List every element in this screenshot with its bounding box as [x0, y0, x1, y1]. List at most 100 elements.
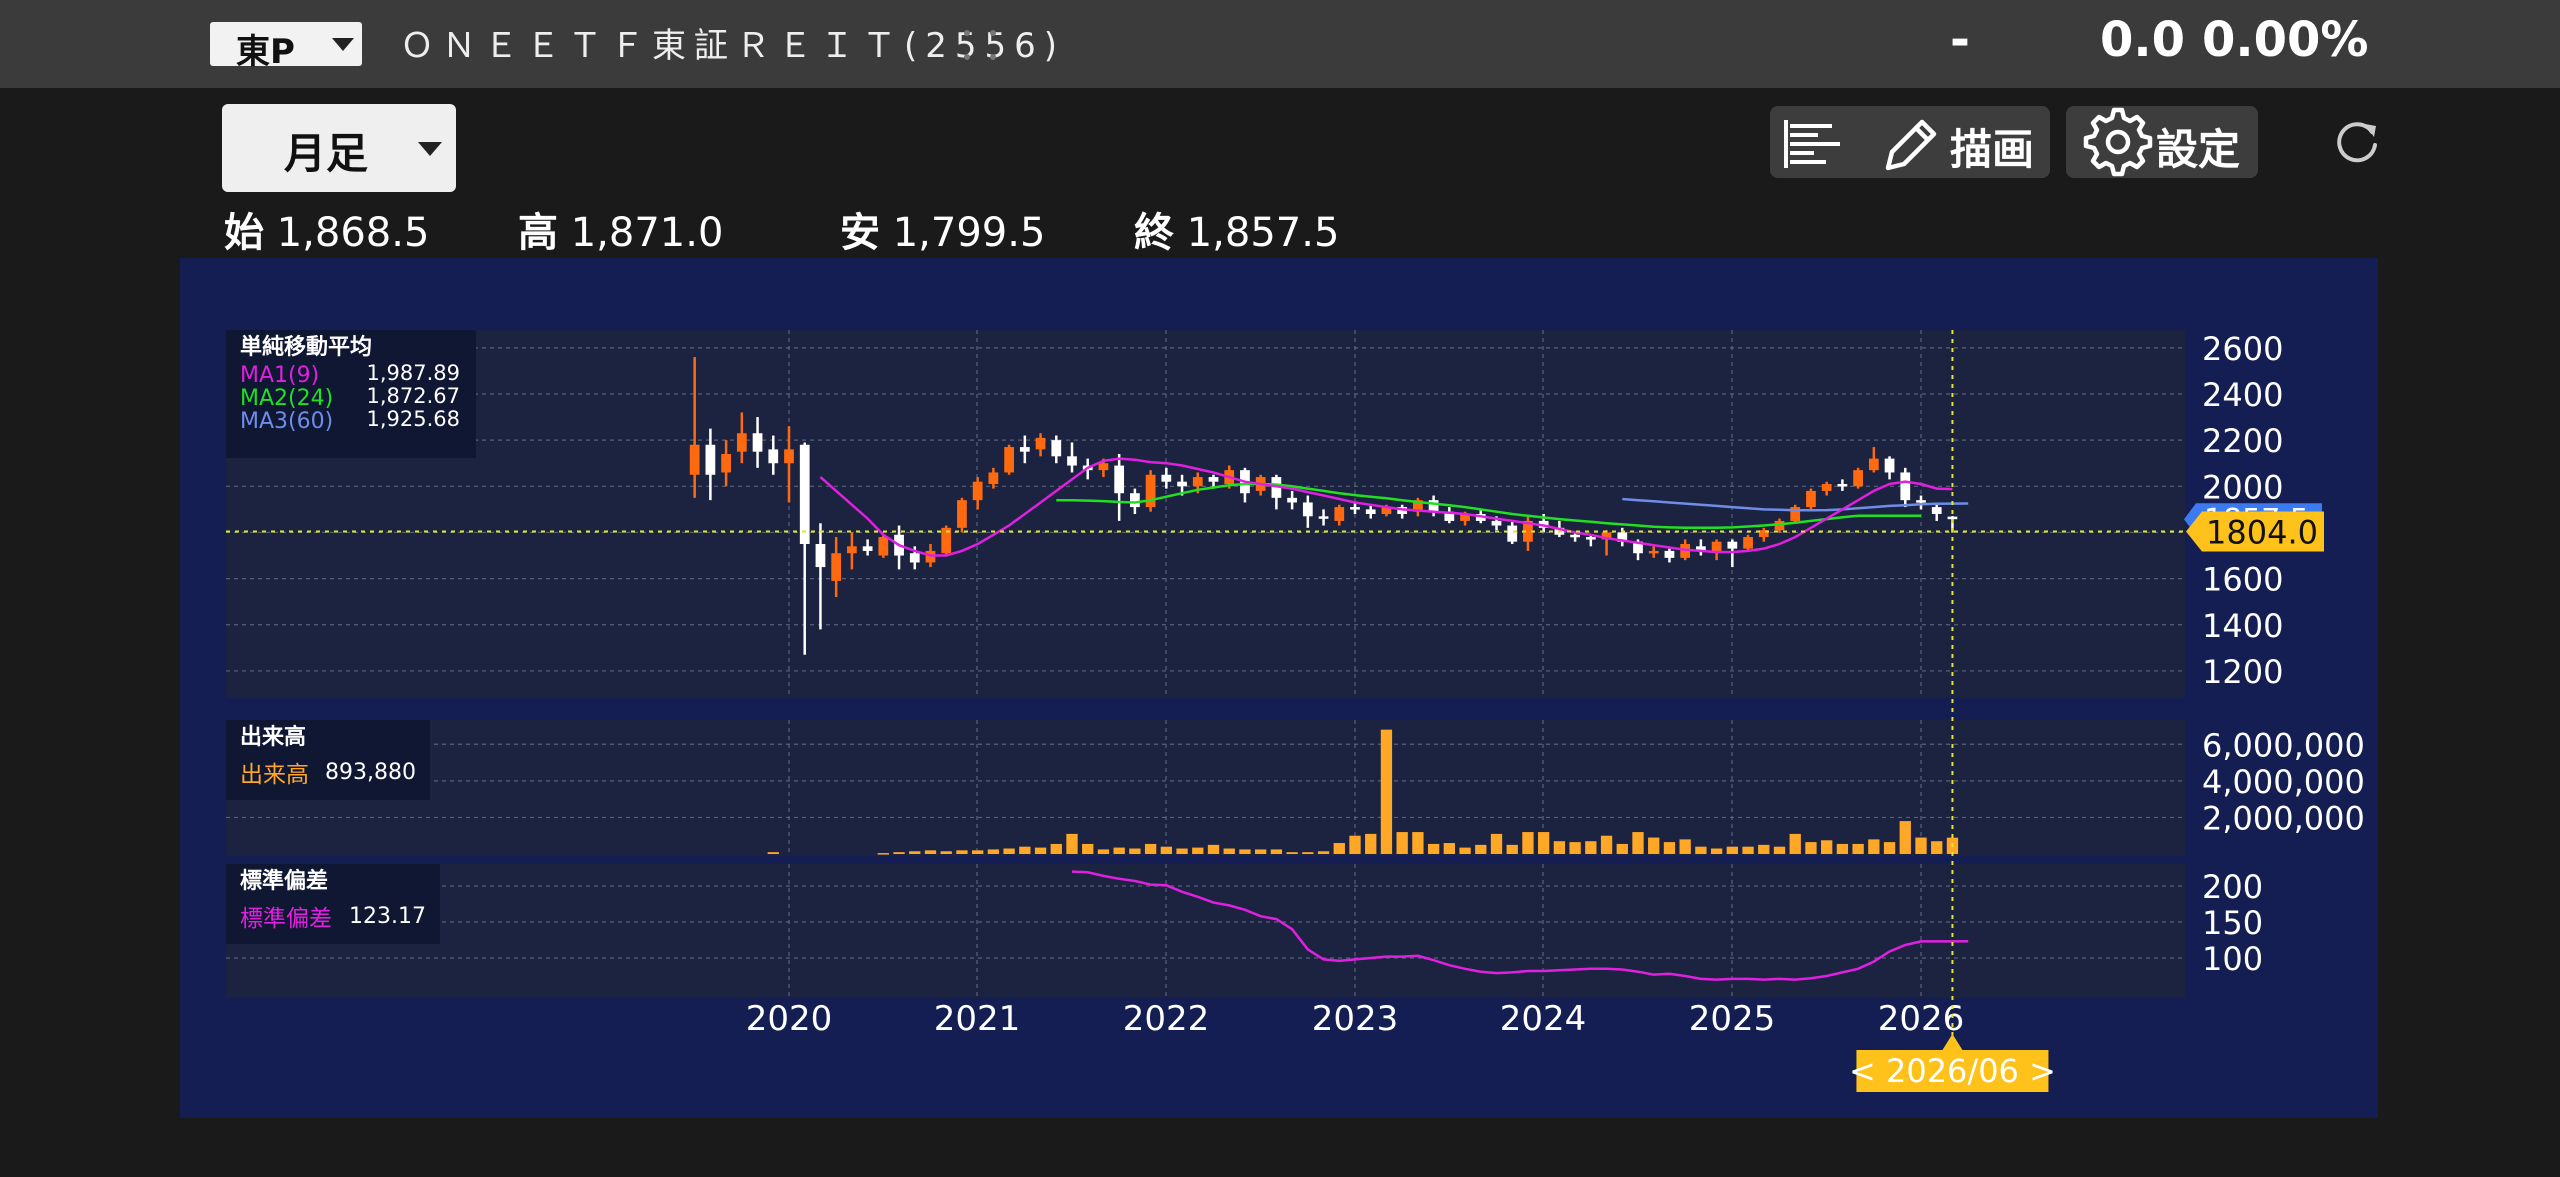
price-axis-tick-label: 1400	[2202, 607, 2283, 645]
volume-bar	[1569, 842, 1581, 854]
volume-bar	[1616, 843, 1628, 854]
volume-bar	[940, 851, 952, 854]
stddev-legend-name: 標準偏差	[240, 906, 332, 932]
volume-bar	[1821, 840, 1833, 854]
volume-bar	[1192, 847, 1204, 854]
volume-bar	[1679, 839, 1691, 854]
stddev-legend-title: 標準偏差	[240, 868, 328, 894]
candle-body	[862, 546, 873, 551]
candle-body	[1916, 500, 1926, 503]
candle	[1806, 488, 1816, 510]
chart-panel[interactable]: 2600 2400 2200 2000 1600 1400 1200 6,000,000 4,0…	[180, 258, 2378, 1118]
price-axis-tick-label: 1200	[2202, 653, 2283, 691]
candle-body	[1114, 465, 1125, 494]
volume-bar	[1144, 843, 1157, 854]
volume-bar	[1333, 843, 1345, 854]
settings-button[interactable]: 設定	[2066, 106, 2258, 178]
candle-body	[909, 553, 920, 563]
volume-bar	[1789, 833, 1801, 854]
stddev-axis-tick-label: 200	[2202, 868, 2263, 906]
price-axis-tick-label: 2200	[2202, 422, 2283, 460]
volume-bar	[1412, 832, 1424, 854]
volume-bar	[1129, 848, 1141, 854]
volume-bar	[1097, 849, 1110, 854]
draw-button-label: 描画	[1950, 125, 2035, 174]
candle-body	[815, 544, 826, 568]
candle-body	[1868, 458, 1879, 471]
candle-body	[1350, 507, 1360, 510]
volume-bar	[1773, 846, 1786, 854]
ma-legend-name: MA2(24)	[240, 386, 333, 411]
candle-body	[831, 553, 842, 581]
candle-body	[1428, 500, 1439, 512]
volume-bar	[909, 851, 921, 854]
high-value: 1,871.0	[570, 210, 724, 256]
volume-bar	[1600, 835, 1613, 854]
volume-bar	[956, 850, 968, 854]
candle-body	[1192, 477, 1203, 487]
candle-body	[1318, 516, 1329, 519]
candle-body	[988, 472, 999, 484]
volume-bar	[1317, 851, 1330, 854]
price-change-percent: 0.00%	[2202, 12, 2369, 68]
volume-axis-tick-label: 4,000,000	[2202, 763, 2365, 801]
ma-legend-name: MA3(60)	[240, 409, 333, 434]
candle-body	[1334, 507, 1345, 521]
refresh-icon[interactable]	[2332, 118, 2382, 168]
volume-bar	[1270, 849, 1283, 854]
candlestick-chart[interactable]: 2600 2400 2200 2000 1600 1400 1200 6,000,0004,0…	[180, 258, 2378, 1118]
candle-body	[1051, 440, 1062, 457]
volume-bar	[1427, 843, 1440, 854]
candle-body	[1931, 507, 1942, 514]
volume-bar	[1742, 846, 1754, 854]
close-value: 1,857.5	[1186, 210, 1340, 256]
volume-bar	[1553, 841, 1566, 854]
candle-body	[1743, 537, 1753, 549]
pane-sd-background	[226, 864, 2185, 998]
volume-bar	[1663, 842, 1676, 854]
price-axis-tick-label: 2600	[2202, 330, 2283, 368]
draw-button[interactable]: 描画	[1856, 106, 2050, 178]
volume-bar	[1459, 847, 1471, 854]
candle-body	[1208, 477, 1219, 482]
candle-body	[847, 546, 857, 554]
candle-body	[1067, 456, 1077, 466]
candle-body	[1302, 502, 1313, 517]
volume-bar	[1034, 847, 1047, 854]
volume-bar	[1899, 821, 1911, 854]
x-axis-tick-label: 2023	[1312, 999, 1399, 1039]
candle	[957, 497, 967, 533]
volume-legend-name: 出来高	[240, 762, 309, 788]
volume-bar	[1255, 849, 1267, 854]
candle-body	[1019, 447, 1030, 452]
candle-body	[705, 444, 716, 475]
volume-bar	[1868, 839, 1880, 854]
gear-icon	[2083, 107, 2153, 177]
candle-body	[957, 500, 967, 528]
candle	[1853, 467, 1863, 489]
candle-body	[1727, 541, 1738, 549]
candle-body	[1648, 550, 1659, 554]
volume-bar	[1019, 846, 1031, 854]
volume-bar	[1082, 843, 1094, 854]
volume-bar	[1286, 852, 1298, 854]
period-select[interactable]: 月足	[222, 104, 456, 192]
market-select[interactable]: 東P	[210, 22, 362, 72]
drag-handle-icon[interactable]	[960, 26, 1000, 66]
volume-bar	[1522, 832, 1534, 854]
close-label: 終	[1134, 210, 1174, 256]
ma-legend-title: 単純移動平均	[240, 334, 372, 360]
high-label: 高	[518, 210, 558, 256]
volume-bar	[1050, 843, 1062, 854]
candle-body	[1098, 463, 1109, 471]
ma-legend-value: 1,987.89	[366, 361, 460, 385]
volume-legend-title: 出来高	[240, 724, 306, 750]
candle-body	[1837, 484, 1848, 487]
x-axis-tick-label: 2021	[934, 999, 1021, 1039]
volume-bar	[1302, 852, 1314, 854]
volume-bar	[1648, 837, 1660, 854]
candle	[941, 525, 952, 556]
volume-bar	[1396, 832, 1408, 854]
candle-body	[1711, 541, 1722, 551]
volume-bar	[1066, 833, 1078, 854]
